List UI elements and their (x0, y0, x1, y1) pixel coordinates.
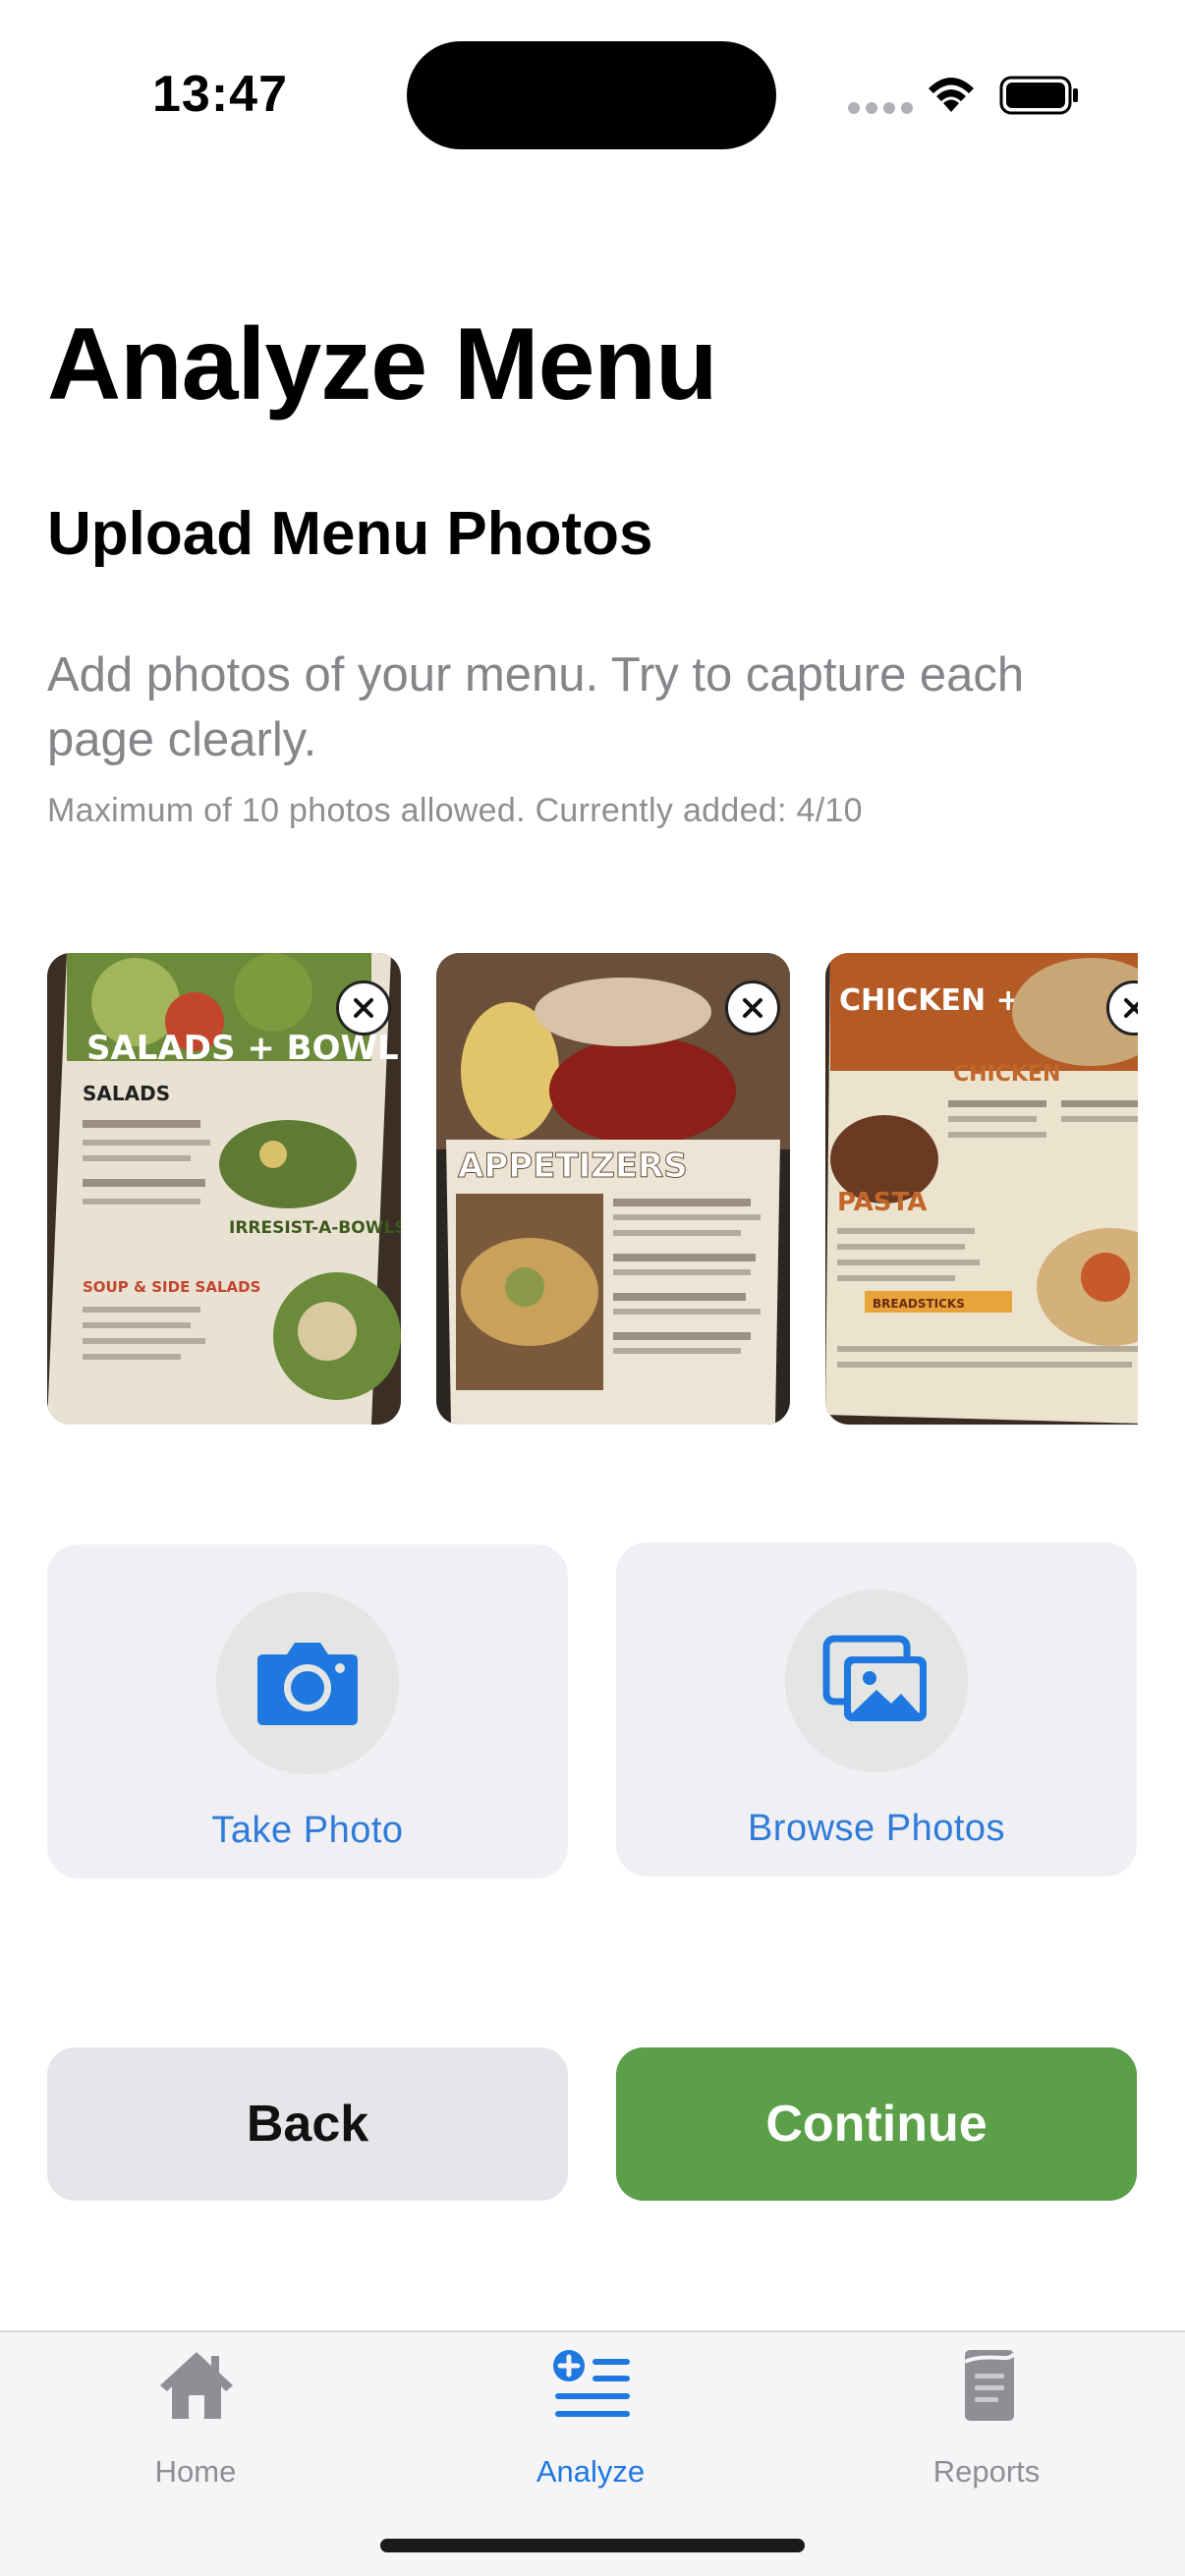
close-icon (743, 998, 762, 1018)
continue-button[interactable]: Continue (616, 2047, 1137, 2201)
tab-label: Home (154, 2454, 237, 2489)
photo-subhead: SOUP & SIDE SALADS (83, 1278, 260, 1296)
battery-icon (999, 76, 1078, 115)
close-icon (1124, 998, 1138, 1018)
photo-library-icon (822, 1635, 927, 1721)
browse-photos-label: Browse Photos (747, 1808, 1006, 1849)
list-add-icon (553, 2350, 630, 2417)
close-icon (354, 998, 373, 1018)
photo-subhead: PASTA (837, 1188, 927, 1217)
photo-headline: SALADS + BOWLS (86, 1029, 401, 1068)
page-title: Analyze Menu (47, 308, 717, 421)
browse-photos-button[interactable]: Browse Photos (616, 1542, 1137, 1876)
photo-thumbnail[interactable]: CHICKEN + PASTA CHICKEN PASTA BREADSTICK… (825, 953, 1138, 1425)
remove-photo-button[interactable] (725, 980, 780, 1036)
take-photo-icon-circle (216, 1592, 399, 1774)
status-time: 13:47 (152, 66, 288, 123)
photo-subhead: BREADSTICKS (873, 1297, 965, 1311)
photo-subhead: IRRESIST-A-BOWLS (229, 1218, 401, 1238)
browse-photos-icon-circle (785, 1590, 968, 1772)
remove-photo-button[interactable] (336, 980, 391, 1036)
tab-analyze[interactable]: Analyze (443, 2332, 738, 2499)
dynamic-island (407, 41, 776, 149)
photo-limit-note: Maximum of 10 photos allowed. Currently … (47, 792, 863, 829)
home-indicator (380, 2539, 805, 2552)
cellular-signal-icon (848, 102, 913, 114)
photo-thumbnail[interactable]: SALADS + BOWLS SALADS IRRESIST-A-BOWLS S… (47, 953, 401, 1425)
wifi-icon (929, 78, 974, 112)
back-button[interactable]: Back (47, 2047, 568, 2201)
tab-label: Analyze (536, 2454, 646, 2489)
photo-strip[interactable]: SALADS + BOWLS SALADS IRRESIST-A-BOWLS S… (47, 953, 1138, 1425)
section-title: Upload Menu Photos (47, 500, 653, 568)
house-icon (160, 2352, 233, 2419)
photo-thumbnail[interactable]: APPETIZERS (436, 953, 790, 1425)
photo-subhead: SALADS (83, 1082, 170, 1105)
photo-headline: APPETIZERS (458, 1147, 688, 1186)
document-icon (964, 2350, 1016, 2421)
take-photo-label: Take Photo (211, 1810, 404, 1851)
take-photo-button[interactable]: Take Photo (47, 1544, 568, 1878)
tab-reports[interactable]: Reports (839, 2332, 1134, 2499)
status-bar: 13:47 (0, 0, 1185, 187)
tab-label: Reports (932, 2454, 1041, 2489)
photo-subhead: CHICKEN (953, 1062, 1060, 1087)
camera-icon (257, 1643, 358, 1725)
upload-description: Add photos of your menu. Try to capture … (47, 648, 1025, 766)
tab-home[interactable]: Home (48, 2332, 343, 2499)
